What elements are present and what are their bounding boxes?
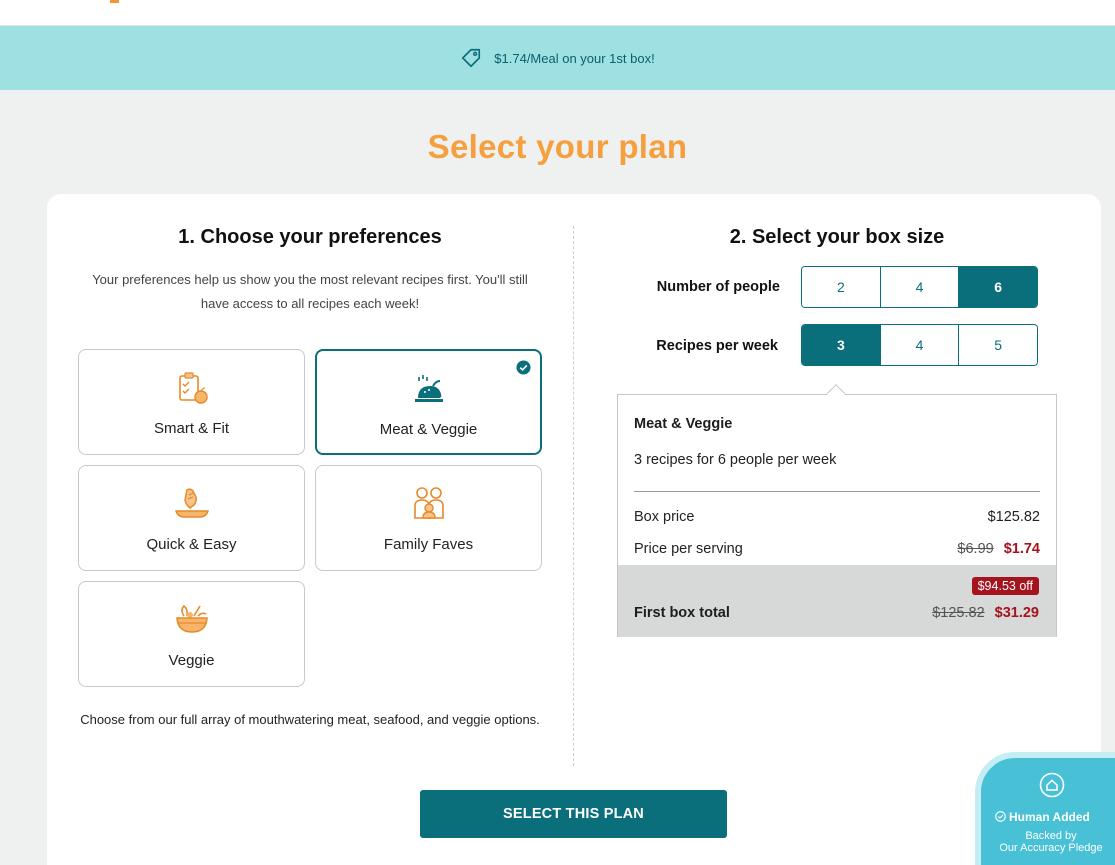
people-option-6[interactable]: 6	[959, 267, 1037, 307]
preferences-footer: Choose from our full array of mouthwater…	[80, 712, 540, 727]
recipes-option-4[interactable]: 4	[880, 325, 960, 365]
logo-fragment[interactable]	[110, 0, 119, 3]
hand-pan-icon	[174, 488, 209, 518]
recipes-option-3[interactable]: 3	[802, 325, 881, 365]
summary-divider	[634, 491, 1040, 492]
total-new: $31.29	[994, 605, 1039, 621]
pledge-subtitle: Backed by Our Accuracy Pledge	[981, 830, 1115, 854]
pref-label: Veggie	[168, 652, 215, 669]
promo-text: $1.74/Meal on your 1st box!	[494, 50, 655, 66]
pledge-line-2: Our Accuracy Pledge	[999, 842, 1103, 854]
pref-card-veggie[interactable]: Veggie	[78, 581, 305, 687]
pref-label: Smart & Fit	[153, 420, 229, 437]
pledge-title-text: Human Added	[1009, 810, 1090, 824]
pref-card-quick-easy[interactable]: Quick & Easy	[78, 465, 305, 571]
pref-label: Quick & Easy	[146, 536, 237, 553]
discount-badge: $94.53 off	[971, 577, 1039, 595]
pref-card-meat-veggie[interactable]: Meat & Veggie	[315, 349, 542, 455]
top-nav-bar	[0, 0, 1115, 26]
pref-card-family-faves[interactable]: Family Faves	[315, 465, 542, 571]
box-price-value: $125.82	[987, 509, 1040, 525]
house-circle-icon	[1039, 772, 1065, 798]
per-serving-old: $6.99	[957, 541, 994, 557]
preferences-heading: 1. Choose your preferences	[178, 226, 442, 248]
box-price-label: Box price	[634, 509, 695, 525]
promo-banner: $1.74/Meal on your 1st box!	[0, 26, 1115, 90]
pref-card-smart-fit[interactable]: Smart & Fit	[78, 349, 305, 455]
clipboard-apple-icon	[178, 372, 208, 404]
people-option-4[interactable]: 4	[880, 267, 960, 307]
check-circle-icon	[516, 360, 531, 375]
recipes-selector: 3 4 5	[801, 324, 1038, 366]
preferences-subtitle: Your preferences help us show you the mo…	[92, 272, 528, 311]
people-selector: 2 4 6	[801, 266, 1038, 308]
page-title: Select your plan	[427, 128, 688, 165]
tag-icon	[462, 48, 481, 68]
per-serving-label: Price per serving	[634, 541, 743, 557]
people-label: Number of people	[656, 279, 780, 295]
pledge-line-1: Backed by	[1025, 830, 1077, 842]
per-serving-row: Price per serving $6.99 $1.74	[634, 541, 1040, 557]
summary-description: 3 recipes for 6 people per week	[634, 452, 837, 468]
box-price-row: Box price $125.82	[634, 509, 1040, 525]
section-divider	[573, 226, 574, 766]
pref-label: Meat & Veggie	[379, 421, 478, 438]
accuracy-pledge-badge[interactable]: Human Added Backed by Our Accuracy Pledg…	[975, 752, 1115, 865]
salad-bowl-icon	[175, 604, 208, 633]
summary-plan-name: Meat & Veggie	[634, 416, 733, 432]
box-size-heading: 2. Select your box size	[729, 226, 945, 248]
recipes-label: Recipes per week	[656, 338, 778, 354]
recipes-option-5[interactable]: 5	[959, 325, 1037, 365]
per-serving-new: $1.74	[1003, 541, 1040, 557]
check-circle-icon	[995, 811, 1006, 822]
total-old: $125.82	[932, 605, 985, 621]
pref-label: Family Faves	[383, 536, 474, 553]
price-summary: Meat & Veggie 3 recipes for 6 people per…	[617, 384, 1057, 637]
people-option-2[interactable]: 2	[802, 267, 881, 307]
family-icon	[413, 487, 444, 519]
total-label: First box total	[634, 605, 730, 621]
total-box: $94.53 off First box total $125.82 $31.29	[618, 565, 1056, 637]
pledge-title: Human Added	[995, 810, 1090, 824]
select-plan-button[interactable]: SELECT THIS PLAN	[420, 790, 727, 838]
roast-chicken-icon	[414, 375, 443, 402]
